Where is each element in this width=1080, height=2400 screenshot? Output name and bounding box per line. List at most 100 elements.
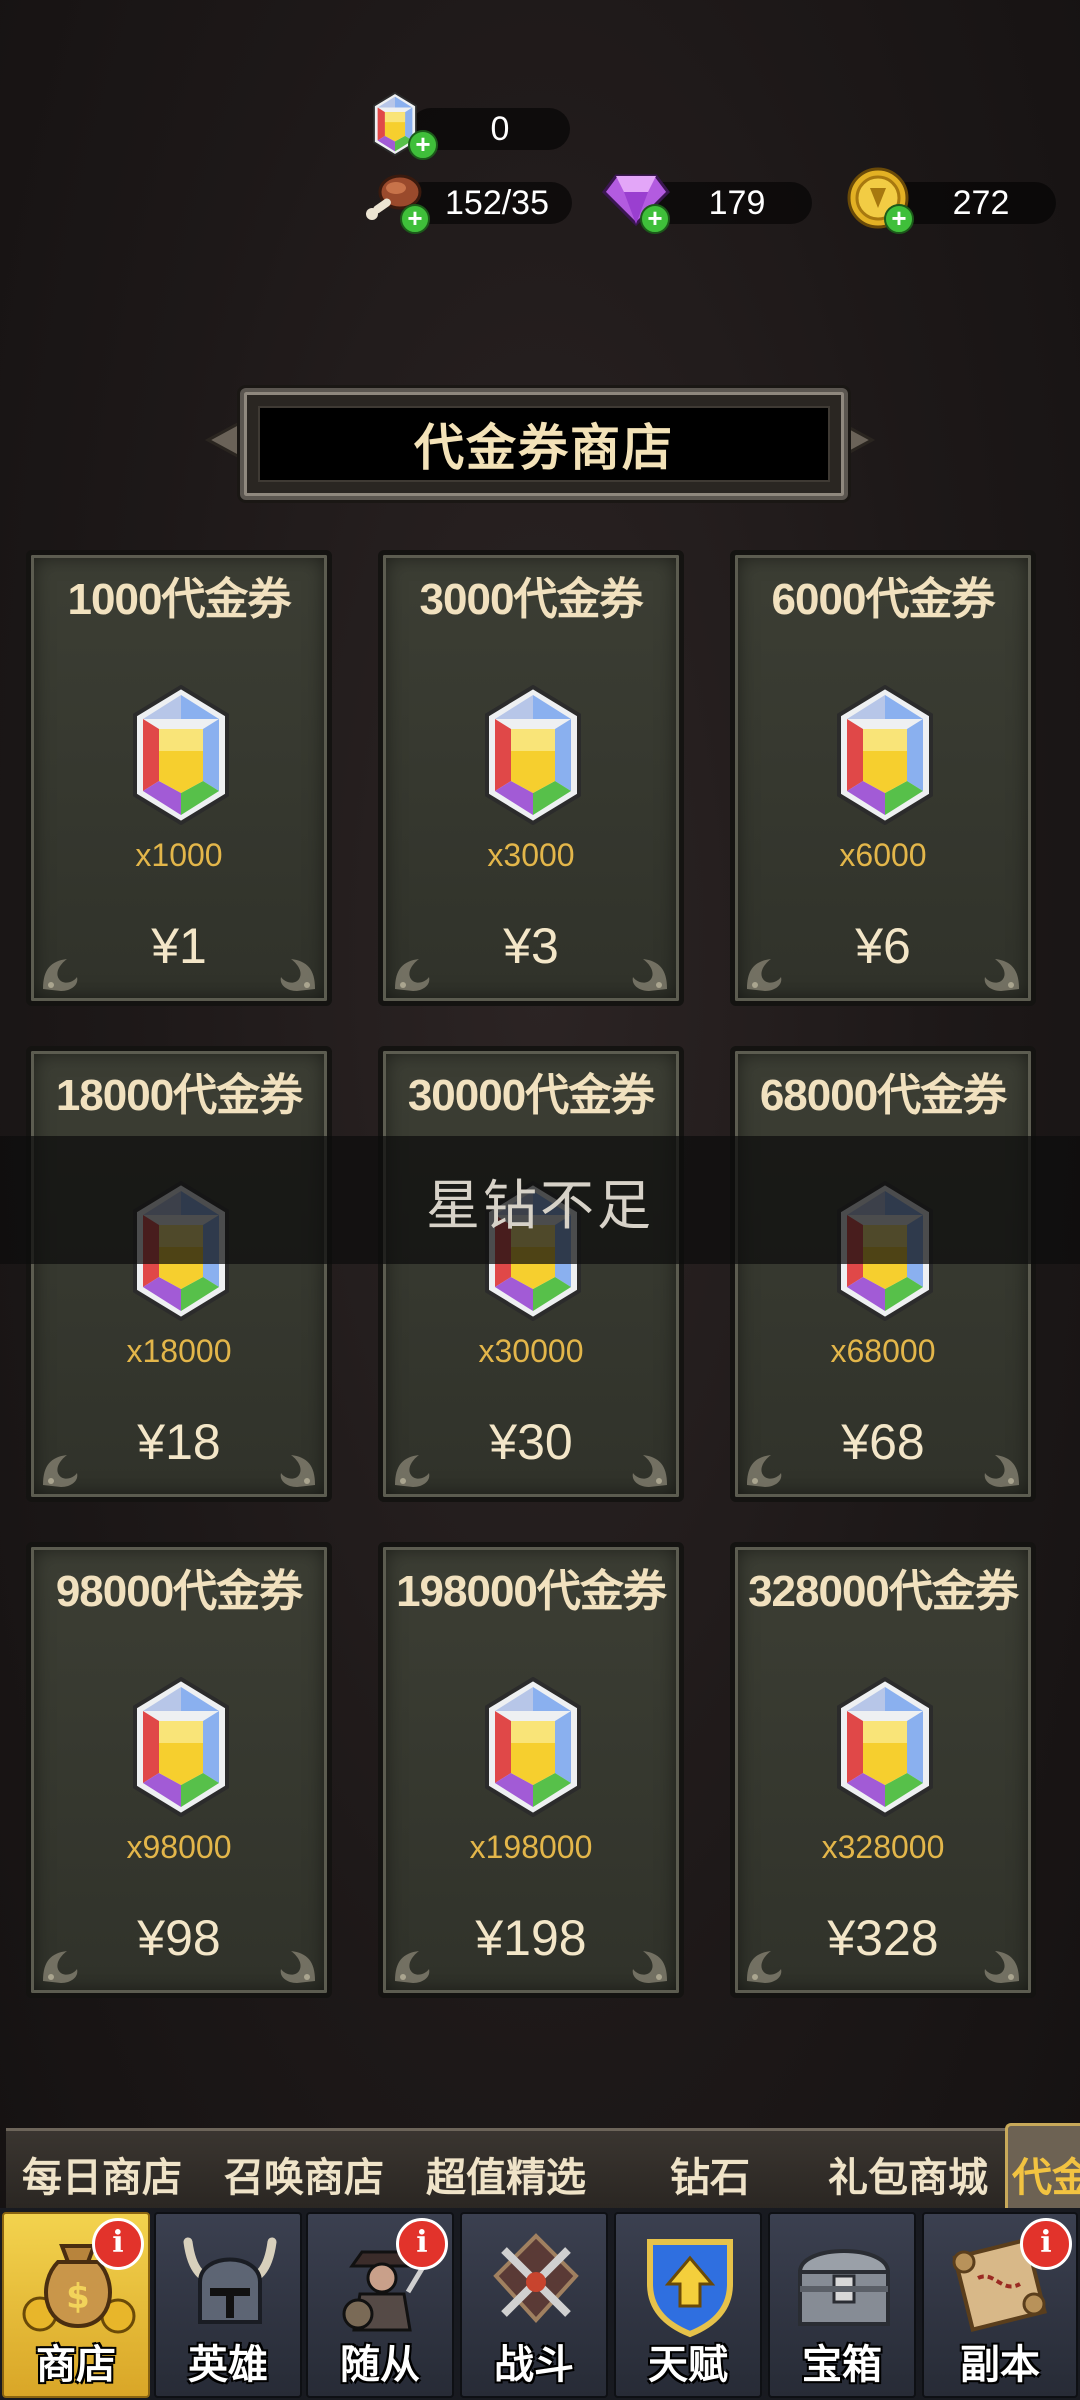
card-quantity: x18000	[126, 1333, 232, 1369]
notification-badge: i	[396, 2218, 448, 2270]
voucher-card[interactable]: 30000代金券 x30000 ¥30	[378, 1046, 684, 1502]
nav-shop[interactable]: $ i 商店	[2, 2212, 150, 2398]
voucher-card[interactable]: 18000代金券 x18000 ¥18	[26, 1046, 332, 1502]
nav-label: 随从	[340, 2343, 420, 2387]
voucher-card[interactable]: 3000代金券 x3000 ¥3	[378, 550, 684, 1006]
card-title: 1000代金券	[67, 575, 292, 624]
gold-value: 272	[952, 184, 1010, 222]
nav-dungeon[interactable]: i 副本	[922, 2212, 1078, 2398]
nav-label: 战斗	[494, 2343, 574, 2387]
toast-text: 星钻不足	[426, 1175, 654, 1236]
corner-ornament-icon	[617, 1931, 673, 1987]
corner-ornament-icon	[969, 1435, 1025, 1491]
card-title: 68000代金券	[759, 1071, 1007, 1120]
plus-icon[interactable]: +	[884, 204, 914, 234]
nav-treasure[interactable]: 宝箱	[768, 2212, 916, 2398]
card-quantity: x30000	[478, 1333, 584, 1369]
nav-hero[interactable]: 英雄	[154, 2212, 302, 2398]
nav-follower[interactable]: i 随从	[306, 2212, 454, 2398]
corner-ornament-icon	[617, 1435, 673, 1491]
voucher-gem-icon	[833, 1677, 937, 1817]
plus-icon[interactable]: +	[408, 130, 438, 160]
diamond-counter[interactable]: + 179	[602, 174, 812, 234]
toast-message: 星钻不足	[0, 1136, 1080, 1264]
corner-ornament-icon	[741, 1931, 797, 1987]
page-title: 代金券商店	[258, 406, 830, 482]
notification-badge: i	[92, 2218, 144, 2270]
card-quantity: x68000	[830, 1333, 936, 1369]
plus-icon[interactable]: +	[640, 204, 670, 234]
voucher-gem-icon	[481, 685, 585, 825]
voucher-card[interactable]: 68000代金券 x68000 ¥68	[730, 1046, 1036, 1502]
treasure-chest-icon	[797, 2249, 891, 2326]
tab-diamond[interactable]: 钻石	[670, 2145, 750, 2200]
voucher-card[interactable]: 198000代金券 x198000 ¥198	[378, 1542, 684, 1998]
corner-ornament-icon	[969, 939, 1025, 995]
voucher-gem-icon: +	[370, 92, 438, 160]
card-quantity: x3000	[487, 837, 575, 873]
voucher-card[interactable]: 6000代金券 x6000 ¥6	[730, 550, 1036, 1006]
plus-icon[interactable]: +	[400, 204, 430, 234]
card-quantity: x1000	[135, 837, 223, 873]
shop-tab-bar: 每日商店 召唤商店 超值精选 钻石 礼包商城 代金	[6, 2123, 1080, 2217]
card-title: 6000代金券	[771, 575, 996, 624]
card-quantity: x328000	[821, 1829, 945, 1865]
voucher-card[interactable]: 98000代金券 x98000 ¥98	[26, 1542, 332, 1998]
bottom-nav: $ i 商店 英雄 i 随从 战斗 天赋 宝箱 i 副本	[0, 2208, 1080, 2400]
gold-coin-icon: +	[846, 166, 914, 234]
voucher-card[interactable]: 1000代金券 x1000 ¥1	[26, 550, 332, 1006]
corner-ornament-icon	[741, 1435, 797, 1491]
tab-gift-pack-mall[interactable]: 礼包商城	[828, 2145, 988, 2200]
card-quantity: x6000	[839, 837, 927, 873]
voucher-gem-icon	[833, 685, 937, 825]
talent-shield-icon	[647, 2239, 733, 2338]
nav-label: 英雄	[188, 2343, 268, 2387]
purple-diamond-icon: +	[602, 166, 670, 234]
card-title: 30000代金券	[407, 1071, 655, 1120]
voucher-value: 0	[490, 110, 510, 148]
gold-counter[interactable]: + 272	[846, 167, 1056, 234]
corner-ornament-icon	[741, 939, 797, 995]
diamond-value: 179	[708, 184, 766, 222]
nav-label: 商店	[36, 2343, 116, 2387]
svg-text:$: $	[66, 2277, 90, 2317]
banner-frame: 代金券商店	[240, 388, 848, 500]
tab-value-picks[interactable]: 超值精选	[426, 2145, 586, 2200]
card-title: 98000代金券	[55, 1567, 303, 1616]
nav-label: 宝箱	[802, 2343, 882, 2387]
corner-ornament-icon	[37, 1435, 93, 1491]
food-value: 152/35	[445, 184, 549, 222]
corner-ornament-icon	[265, 1931, 321, 1987]
card-quantity: x98000	[126, 1829, 232, 1865]
nav-battle[interactable]: 战斗	[460, 2212, 608, 2398]
shop-title-banner: 代金券商店	[200, 380, 880, 500]
crossed-swords-icon	[493, 2233, 579, 2323]
nav-label: 天赋	[648, 2343, 728, 2387]
corner-ornament-icon	[265, 939, 321, 995]
card-quantity: x198000	[469, 1829, 593, 1865]
voucher-gem-icon	[129, 1677, 233, 1817]
corner-ornament-icon	[617, 939, 673, 995]
card-title: 18000代金券	[55, 1071, 303, 1120]
notification-badge: i	[1020, 2218, 1072, 2270]
nav-label: 副本	[960, 2343, 1040, 2387]
tab-summon-shop[interactable]: 召唤商店	[224, 2145, 384, 2200]
corner-ornament-icon	[969, 1931, 1025, 1987]
corner-ornament-icon	[265, 1435, 321, 1491]
card-title: 328000代金券	[748, 1567, 1019, 1616]
voucher-card[interactable]: 328000代金券 x328000 ¥328	[730, 1542, 1036, 1998]
voucher-gem-icon	[129, 685, 233, 825]
card-title: 3000代金券	[419, 575, 644, 624]
horned-helmet-icon	[183, 2237, 277, 2324]
food-counter[interactable]: + 152/35	[362, 174, 572, 234]
nav-talent[interactable]: 天赋	[614, 2212, 762, 2398]
voucher-counter[interactable]: + 0	[370, 104, 570, 160]
tab-daily-shop[interactable]: 每日商店	[22, 2145, 182, 2200]
corner-ornament-icon	[37, 939, 93, 995]
tab-voucher[interactable]: 代金	[1012, 2145, 1080, 2199]
corner-ornament-icon	[37, 1931, 93, 1987]
meat-icon: +	[362, 166, 430, 234]
corner-ornament-icon	[389, 939, 445, 995]
corner-ornament-icon	[389, 1931, 445, 1987]
voucher-gem-icon	[481, 1677, 585, 1817]
